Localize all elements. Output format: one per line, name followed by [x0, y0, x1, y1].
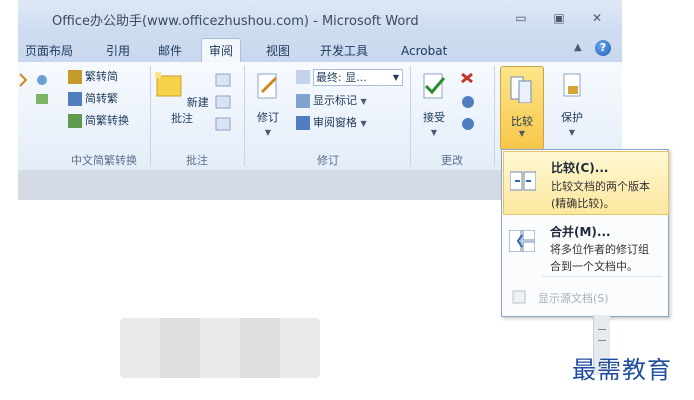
- group-divider: [410, 66, 411, 166]
- change-nav-icons[interactable]: [458, 68, 482, 134]
- chevron-down-icon: ▼: [518, 129, 526, 138]
- chevron-down-icon: ▼: [360, 97, 367, 106]
- chevron-down-icon: ▼: [430, 128, 438, 137]
- compare-docs-icon: [510, 171, 536, 191]
- tab-view[interactable]: 视图: [266, 41, 290, 61]
- chevron-down-icon: ▼: [264, 128, 272, 137]
- comment-nav-icons[interactable]: [214, 70, 234, 136]
- compare-menu-title: 比较(C)...: [551, 161, 609, 175]
- compare-icon: [510, 76, 532, 103]
- group-label-chinese: 中文简繁转换: [71, 154, 137, 167]
- tab-page-layout[interactable]: 页面布局: [25, 41, 73, 61]
- tab-acrobat[interactable]: Acrobat: [401, 41, 447, 61]
- tab-review[interactable]: 审阅: [201, 38, 242, 64]
- group-label-tracking: 修订: [317, 154, 339, 167]
- tab-references[interactable]: 引用: [106, 41, 130, 61]
- minimize-button[interactable]: ▭: [512, 11, 530, 25]
- accept-button[interactable]: 接受 ▼: [414, 72, 454, 138]
- reviewing-pane-button[interactable]: 审阅窗格 ▼: [296, 114, 367, 132]
- chevron-down-icon: ▼: [568, 128, 576, 137]
- compare-menu-item[interactable]: 比较(C)... 比较文档的两个版本 (精确比较)。: [503, 151, 669, 215]
- group-label-changes: 更改: [441, 154, 463, 167]
- tab-developer[interactable]: 开发工具: [320, 41, 368, 61]
- document-area-edge: [18, 170, 502, 200]
- compare-menu-desc-2: (精确比较)。: [551, 197, 615, 210]
- blurred-content: [120, 318, 320, 378]
- source-docs-icon: [512, 290, 526, 304]
- reviewing-pane-label: 审阅窗格: [313, 116, 357, 129]
- menu-separator: [542, 276, 662, 277]
- simp-to-trad-label: 简转繁: [85, 92, 118, 105]
- combine-menu-desc-1: 将多位作者的修订组: [550, 243, 649, 256]
- compare-menu-desc-1: 比较文档的两个版本: [551, 180, 650, 193]
- show-markup-label: 显示标记: [313, 94, 357, 107]
- group-label-comments: 批注: [186, 154, 208, 167]
- chevron-down-icon: ▼: [392, 72, 399, 82]
- display-combo-value: 最终: 显...: [316, 70, 367, 84]
- close-button[interactable]: ✕: [588, 11, 606, 25]
- restore-button[interactable]: ▣: [550, 11, 568, 25]
- word-window: Office办公助手(www.officezhushou.com) - Micr…: [0, 0, 694, 400]
- convert-dialog-label: 简繁转换: [85, 114, 129, 127]
- convert-icon: [68, 92, 82, 106]
- scroll-grip-icon: [598, 329, 606, 341]
- display-combo[interactable]: 最终: 显... ▼: [313, 68, 403, 86]
- combine-menu-title: 合并(M)...: [550, 225, 611, 239]
- compare-label: 比较: [511, 115, 533, 128]
- proofing-icons-partial[interactable]: [18, 70, 58, 110]
- compare-button[interactable]: 比较 ▼: [500, 66, 544, 150]
- protect-icon: [563, 73, 581, 97]
- watermark-text: 最需教育: [572, 356, 672, 384]
- markup-icon: [296, 94, 310, 108]
- show-source-menu-item[interactable]: 显示源文档(S): [538, 290, 609, 306]
- window-title: Office办公助手(www.officezhushou.com) - Micr…: [52, 14, 419, 29]
- group-divider: [244, 66, 245, 166]
- accept-label: 接受: [423, 111, 445, 124]
- show-markup-button[interactable]: 显示标记 ▼: [296, 92, 367, 110]
- trad-to-simp-label: 繁转简: [85, 70, 118, 83]
- ribbon-tabs: 页面布局 引用 邮件 审阅 视图 开发工具 Acrobat ▲ ?: [18, 36, 622, 64]
- track-changes-button[interactable]: 修订 ▼: [248, 72, 288, 138]
- simp-to-trad-button[interactable]: 简转繁: [68, 90, 118, 108]
- protect-button[interactable]: 保护 ▼: [552, 72, 592, 138]
- protect-label: 保护: [561, 111, 583, 124]
- new-comment-button[interactable]: 新建批注: [152, 72, 212, 126]
- combine-docs-icon: [509, 230, 535, 252]
- chevron-down-icon: ▼: [360, 119, 367, 128]
- track-changes-label: 修订: [257, 111, 279, 124]
- help-icon[interactable]: ?: [595, 40, 611, 56]
- group-divider: [150, 66, 151, 166]
- convert-icon: [68, 70, 82, 84]
- compare-dropdown-menu: 比较(C)... 比较文档的两个版本 (精确比较)。 合并(M)... 将多位作…: [501, 149, 669, 317]
- combine-menu-desc-2: 合到一个文档中。: [550, 260, 638, 273]
- collapse-ribbon-icon[interactable]: ▲: [574, 42, 582, 53]
- comment-icon: [155, 72, 182, 97]
- combine-menu-item[interactable]: 合并(M)... 将多位作者的修订组 合到一个文档中。: [503, 220, 667, 276]
- display-icon: [296, 70, 310, 84]
- display-for-review-select[interactable]: 最终: 显... ▼: [296, 68, 403, 86]
- pane-icon: [296, 116, 310, 130]
- accept-icon: [423, 73, 446, 99]
- trad-to-simp-button[interactable]: 繁转简: [68, 68, 118, 86]
- group-divider: [494, 66, 495, 166]
- track-changes-icon: [257, 73, 278, 99]
- convert-icon: [68, 114, 82, 128]
- title-bar: Office办公助手(www.officezhushou.com) - Micr…: [18, 0, 622, 36]
- tab-mailings[interactable]: 邮件: [158, 41, 182, 61]
- convert-dialog-button[interactable]: 简繁转换: [68, 112, 129, 130]
